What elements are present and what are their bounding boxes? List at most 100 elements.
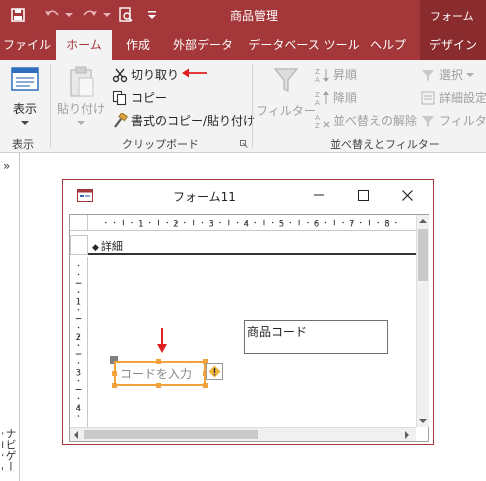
redo-icon[interactable] <box>78 0 102 30</box>
resize-handle[interactable] <box>203 383 208 388</box>
svg-text:A: A <box>315 76 320 83</box>
detail-section-header[interactable]: ◆ 詳細 <box>88 235 416 255</box>
form-icon <box>77 189 93 202</box>
print-preview-icon[interactable] <box>114 0 138 30</box>
ruler-dot <box>289 221 292 224</box>
tab-external-data[interactable]: 外部データ <box>166 30 240 60</box>
minimize-icon[interactable] <box>307 184 331 206</box>
toggle-filter-button[interactable]: フィルターの <box>420 112 486 129</box>
ruler-number: 3 <box>208 218 213 228</box>
ruler-dot <box>77 264 80 267</box>
section-selector[interactable] <box>70 235 88 255</box>
clear-sort-button[interactable]: AZ 並べ替えの解除 <box>314 112 417 129</box>
ruler-number: 5 <box>279 218 284 228</box>
cut-button[interactable]: 切り取り <box>112 66 179 83</box>
ribbon-tabs: ファイル ホーム 作成 外部データ データベース ツール ヘルプ デザイン <box>0 30 486 61</box>
redo-dropdown-icon[interactable] <box>100 0 114 30</box>
form-selector[interactable] <box>70 215 88 231</box>
tab-design[interactable]: デザイン <box>420 30 486 60</box>
resize-handle[interactable] <box>112 383 117 388</box>
horizontal-scrollbar[interactable] <box>70 427 416 441</box>
expand-nav-icon[interactable]: » <box>3 159 10 173</box>
ruler-dot <box>166 221 169 224</box>
tab-help[interactable]: ヘルプ <box>364 30 412 60</box>
annotation-arrow-down-icon <box>157 328 167 353</box>
ruler-number: 2 <box>173 218 178 228</box>
ruler-dot <box>77 397 80 400</box>
view-button[interactable]: 表示 <box>8 66 42 126</box>
save-icon[interactable] <box>6 0 30 30</box>
ruler-number: 8 <box>384 218 389 228</box>
ruler-number: 3 <box>76 369 81 379</box>
filter-selection-icon <box>420 67 436 83</box>
copy-button[interactable]: コピー <box>112 89 167 106</box>
paste-label: 貼り付け <box>57 102 106 116</box>
toggle-filter-icon <box>420 113 436 129</box>
svg-text:A: A <box>315 114 320 122</box>
tab-home[interactable]: ホーム <box>56 30 112 61</box>
ruler-dot <box>148 221 151 224</box>
resize-handle[interactable] <box>156 359 161 364</box>
clipboard-group-label: クリップボード <box>122 138 199 151</box>
tab-database-tools[interactable]: データベース ツール <box>246 30 362 60</box>
resize-handle[interactable] <box>156 383 161 388</box>
form-window-title: フォーム11 <box>173 190 236 204</box>
customize-qat-icon[interactable] <box>142 0 162 30</box>
ruler-dot <box>377 221 379 224</box>
tab-create[interactable]: 作成 <box>114 30 162 60</box>
ruler-dot <box>175 221 177 224</box>
undo-dropdown-icon[interactable] <box>62 0 76 30</box>
selection-filter-button[interactable]: 選択 <box>420 66 475 83</box>
clear-sort-icon: AZ <box>314 113 330 129</box>
ruler-number: 6 <box>314 218 319 228</box>
paintbrush-icon <box>112 112 128 129</box>
vertical-scrollbar[interactable] <box>416 215 429 427</box>
paste-button[interactable]: 貼り付け <box>57 66 106 126</box>
ruler-dot <box>307 221 309 224</box>
ruler-dot <box>351 221 353 224</box>
close-icon[interactable] <box>395 184 419 206</box>
ruler-dot <box>324 221 327 224</box>
sort-ascending-icon: ZA <box>314 67 330 83</box>
undo-icon[interactable] <box>40 0 64 30</box>
scroll-left-icon[interactable] <box>73 431 79 439</box>
sort-descending-icon: ZA <box>314 90 330 106</box>
sort-descending-label: 降順 <box>333 91 358 105</box>
copy-label: コピー <box>131 91 168 105</box>
format-painter-button[interactable]: 書式のコピー/貼り付け <box>112 112 255 129</box>
vertical-scroll-thumb[interactable] <box>418 229 428 281</box>
ruler-number: 4 <box>76 404 81 414</box>
label-control[interactable]: 商品コード <box>244 320 388 354</box>
form-designer: 12345678 ◆ 詳細 1234 商品コード コードを入力 <box>69 214 429 442</box>
ruler-number: 1 <box>138 218 143 228</box>
svg-text:Z: Z <box>315 122 320 129</box>
maximize-icon[interactable] <box>351 184 375 206</box>
sort-ascending-label: 昇順 <box>333 68 358 82</box>
ruler-dot <box>77 300 80 302</box>
funnel-icon <box>273 68 299 92</box>
ruler-dot <box>386 221 388 224</box>
horizontal-scroll-thumb[interactable] <box>84 430 258 439</box>
scroll-up-icon[interactable] <box>419 218 427 224</box>
filter-button[interactable]: フィルター <box>256 66 316 119</box>
detail-section-label: 詳細 <box>100 240 123 253</box>
advanced-filter-button[interactable]: 詳細設定 <box>420 89 486 106</box>
ruler-dot <box>77 415 80 417</box>
sort-ascending-button[interactable]: ZA 昇順 <box>314 66 357 83</box>
chevron-down-icon <box>466 72 475 77</box>
scroll-down-icon[interactable] <box>419 418 427 424</box>
ruler-dot <box>77 335 80 338</box>
copy-icon <box>112 90 128 106</box>
form-design-window: フォーム11 12345678 ◆ 詳細 1234 商品コード コードを入力 <box>62 179 434 445</box>
form-title-bar: フォーム11 <box>63 180 433 210</box>
tab-file[interactable]: ファイル <box>0 30 54 60</box>
view-button-label: 表示 <box>12 102 37 116</box>
scroll-right-icon[interactable] <box>404 431 410 439</box>
ruler-dot <box>359 221 362 224</box>
ruler-dot <box>77 406 80 408</box>
sort-descending-button[interactable]: ZA 降順 <box>314 89 357 106</box>
title-bar: 商品管理 フォーム <box>0 0 486 30</box>
dialog-launcher-icon[interactable] <box>240 140 248 148</box>
error-indicator-icon[interactable] <box>206 363 223 380</box>
resize-handle[interactable] <box>112 371 117 376</box>
